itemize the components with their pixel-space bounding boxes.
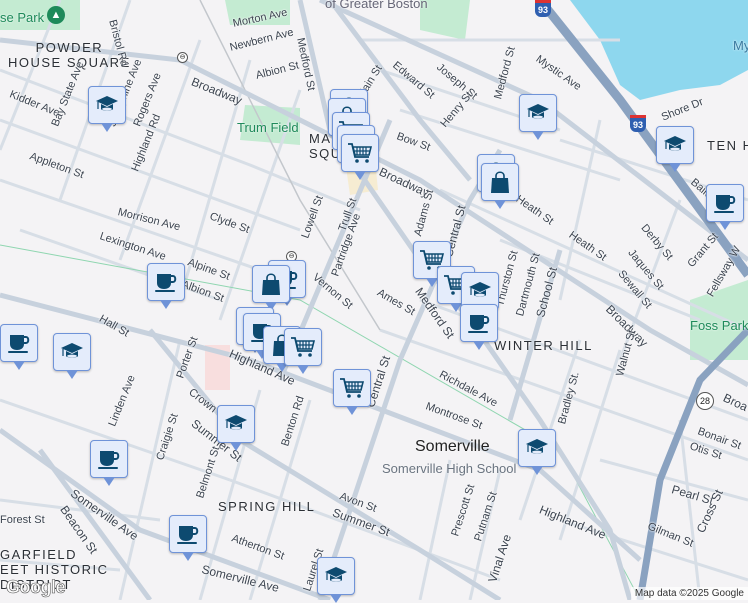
mystic-river — [570, 0, 748, 100]
cafe-marker[interactable] — [0, 324, 38, 370]
google-logo: Google — [6, 577, 66, 598]
interstate-93-shield: 93 — [535, 0, 551, 17]
school-marker[interactable] — [53, 333, 91, 379]
interstate-93-shield: 93 — [630, 115, 646, 132]
graduation-cap-icon — [524, 435, 550, 461]
water-label: My — [733, 38, 748, 53]
shopping-bag-icon — [487, 169, 513, 195]
cafe-marker[interactable] — [90, 440, 128, 486]
shopping-cart-icon — [290, 334, 316, 360]
coffee-cup-icon — [466, 310, 492, 336]
shopping-cart-icon — [339, 375, 365, 401]
grocery-marker[interactable] — [284, 328, 322, 374]
neighborhood-label: TEN H — [707, 138, 748, 153]
park-label: Trum Field — [237, 120, 299, 135]
school-marker[interactable] — [519, 94, 557, 140]
school-marker[interactable] — [317, 557, 355, 603]
graduation-cap-icon — [223, 411, 249, 437]
park-icon: ▲ — [47, 6, 65, 24]
cafe-marker[interactable] — [706, 184, 744, 230]
graduation-cap-icon — [525, 100, 551, 126]
shopping-bag-icon — [258, 271, 284, 297]
route-28-shield: 28 — [696, 392, 714, 410]
cafe-marker[interactable] — [460, 304, 498, 350]
transit-station-icon: ⊖ — [177, 52, 188, 63]
shop-marker[interactable] — [252, 265, 290, 311]
neighborhood-label: SPRING HILL — [218, 499, 316, 514]
park-label: se Park — [0, 10, 45, 25]
school-marker[interactable] — [518, 429, 556, 475]
graduation-cap-icon — [323, 563, 349, 589]
school-marker[interactable] — [88, 86, 126, 132]
street-label: Forest St — [0, 514, 45, 526]
graduation-cap-icon — [662, 132, 688, 158]
graduation-cap-icon — [467, 278, 493, 304]
coffee-cup-icon — [712, 190, 738, 216]
shop-marker[interactable] — [481, 163, 519, 209]
coffee-cup-icon — [6, 330, 32, 356]
grocery-marker[interactable] — [333, 369, 371, 415]
coffee-cup-icon — [96, 446, 122, 472]
city-label: Somerville — [415, 438, 490, 455]
shopping-cart-icon — [347, 140, 373, 166]
poi-label: Somerville High School — [382, 461, 517, 476]
school-marker[interactable] — [656, 126, 694, 172]
cafe-marker[interactable] — [147, 263, 185, 309]
grocery-marker[interactable] — [341, 134, 379, 180]
graduation-cap-icon — [94, 92, 120, 118]
park-label: Foss Park — [690, 318, 748, 333]
poi-label: of Greater Boston — [325, 0, 428, 11]
coffee-cup-icon — [175, 521, 201, 547]
map-attribution: Map data ©2025 Google — [630, 587, 748, 600]
cafe-marker[interactable] — [169, 515, 207, 561]
coffee-cup-icon — [153, 269, 179, 295]
graduation-cap-icon — [59, 339, 85, 365]
neighborhood-label: WINTER HILL — [494, 338, 593, 353]
school-marker[interactable] — [217, 405, 255, 451]
